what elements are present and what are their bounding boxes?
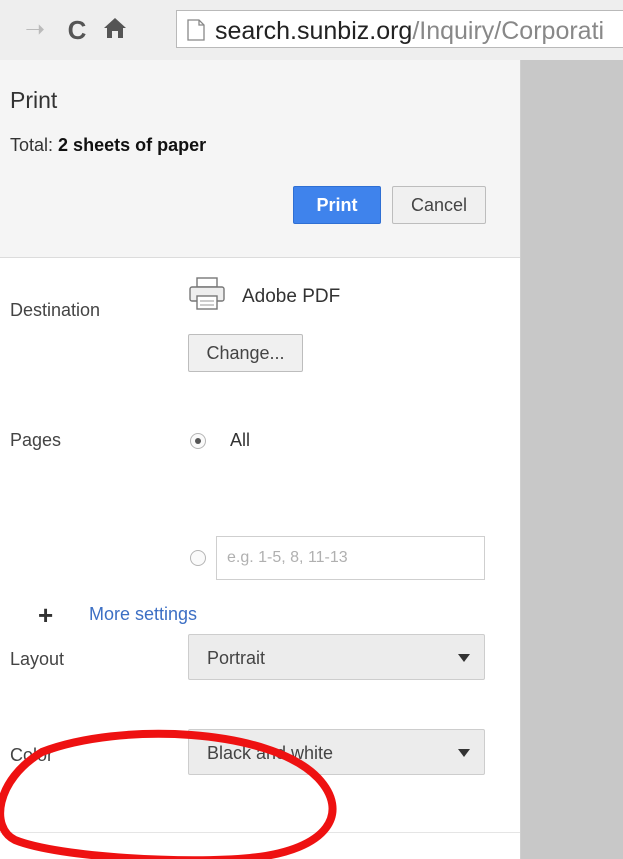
pages-all-radio[interactable] — [190, 433, 206, 449]
url-path: /Inquiry/Corporati — [412, 17, 605, 45]
print-settings-panel: Print Total: 2 sheets of paper Print Can… — [0, 60, 521, 859]
color-select[interactable]: Black and white — [188, 729, 485, 775]
total-value: 2 sheets of paper — [58, 135, 207, 155]
total-label: Total: — [10, 135, 54, 155]
more-settings-link[interactable]: More settings — [89, 604, 197, 625]
layout-value: Portrait — [207, 648, 266, 668]
divider — [0, 832, 520, 833]
pages-all-label: All — [230, 430, 251, 450]
chevron-down-icon — [458, 749, 470, 757]
destination-label: Destination — [10, 300, 101, 320]
print-title: Print — [10, 87, 58, 113]
address-bar[interactable]: search.sunbiz.org/Inquiry/Corporati — [176, 10, 623, 48]
cancel-button[interactable]: Cancel — [392, 186, 486, 224]
print-options: Destination Adobe PDF Change... Pages Al… — [0, 258, 520, 859]
plus-icon[interactable]: + — [38, 602, 53, 628]
print-button[interactable]: Print — [293, 186, 381, 224]
url-host: search.sunbiz.org — [215, 17, 413, 45]
layout-select[interactable]: Portrait — [188, 634, 485, 680]
change-destination-button[interactable]: Change... — [188, 334, 303, 372]
browser-toolbar: ➝ C search.sunbiz.org/Inquiry/Corporati — [0, 0, 623, 60]
print-preview-area — [521, 60, 623, 859]
pages-range-input[interactable] — [216, 536, 485, 580]
url-text: search.sunbiz.org/Inquiry/Corporati — [215, 17, 604, 46]
reload-icon[interactable]: C — [64, 15, 90, 45]
color-value: Black and white — [207, 743, 334, 763]
print-header: Print Total: 2 sheets of paper Print Can… — [0, 60, 520, 258]
layout-label: Layout — [10, 649, 65, 669]
chevron-down-icon — [458, 654, 470, 662]
pages-custom-radio[interactable] — [190, 550, 206, 566]
forward-arrow-icon[interactable]: ➝ — [22, 15, 48, 45]
color-label: Color — [10, 745, 54, 765]
printer-icon — [188, 276, 226, 317]
sheet-total: Total: 2 sheets of paper — [10, 135, 206, 156]
destination-name: Adobe PDF — [242, 286, 341, 307]
pages-label: Pages — [10, 430, 62, 450]
page-icon — [187, 19, 205, 46]
home-icon[interactable] — [100, 15, 130, 45]
